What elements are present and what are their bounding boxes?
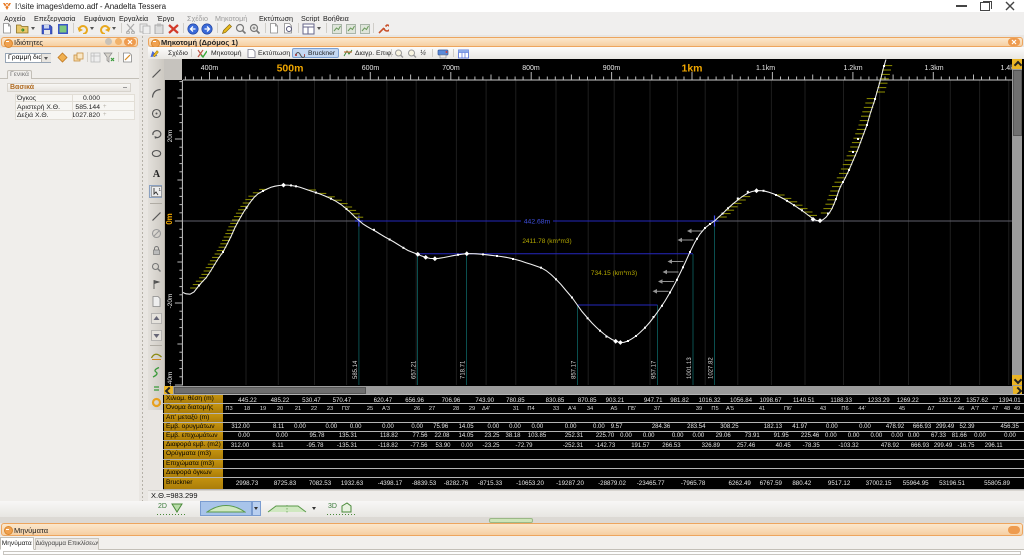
svg-text:1.3km: 1.3km bbox=[924, 65, 943, 72]
svg-text:400m: 400m bbox=[201, 65, 219, 72]
svg-text:-20m: -20m bbox=[167, 294, 174, 309]
svg-text:700m: 700m bbox=[442, 65, 460, 72]
svg-text:0m: 0m bbox=[165, 213, 174, 225]
svg-text:800m: 800m bbox=[522, 65, 540, 72]
svg-text:500m: 500m bbox=[277, 63, 304, 75]
svg-text:1027.82: 1027.82 bbox=[709, 357, 715, 379]
svg-text:1001.13: 1001.13 bbox=[687, 357, 693, 379]
svg-text:585.14: 585.14 bbox=[353, 360, 359, 379]
svg-text:600m: 600m bbox=[362, 65, 380, 72]
svg-text:1.1km: 1.1km bbox=[756, 65, 775, 72]
svg-text:20m: 20m bbox=[167, 130, 174, 143]
svg-text:-40m: -40m bbox=[167, 372, 174, 387]
svg-text:1.2km: 1.2km bbox=[843, 65, 862, 72]
svg-text:718.71: 718.71 bbox=[461, 360, 467, 379]
svg-text:442.68m: 442.68m bbox=[524, 219, 551, 226]
svg-text:957.17: 957.17 bbox=[652, 360, 658, 379]
svg-text:1km: 1km bbox=[681, 63, 702, 75]
svg-text:900m: 900m bbox=[603, 65, 621, 72]
svg-text:734.15 (km*m3): 734.15 (km*m3) bbox=[591, 270, 637, 277]
svg-text:657.21: 657.21 bbox=[412, 360, 418, 379]
svg-text:2411.78 (km*m3): 2411.78 (km*m3) bbox=[522, 238, 571, 245]
svg-text:857.17: 857.17 bbox=[572, 360, 578, 379]
